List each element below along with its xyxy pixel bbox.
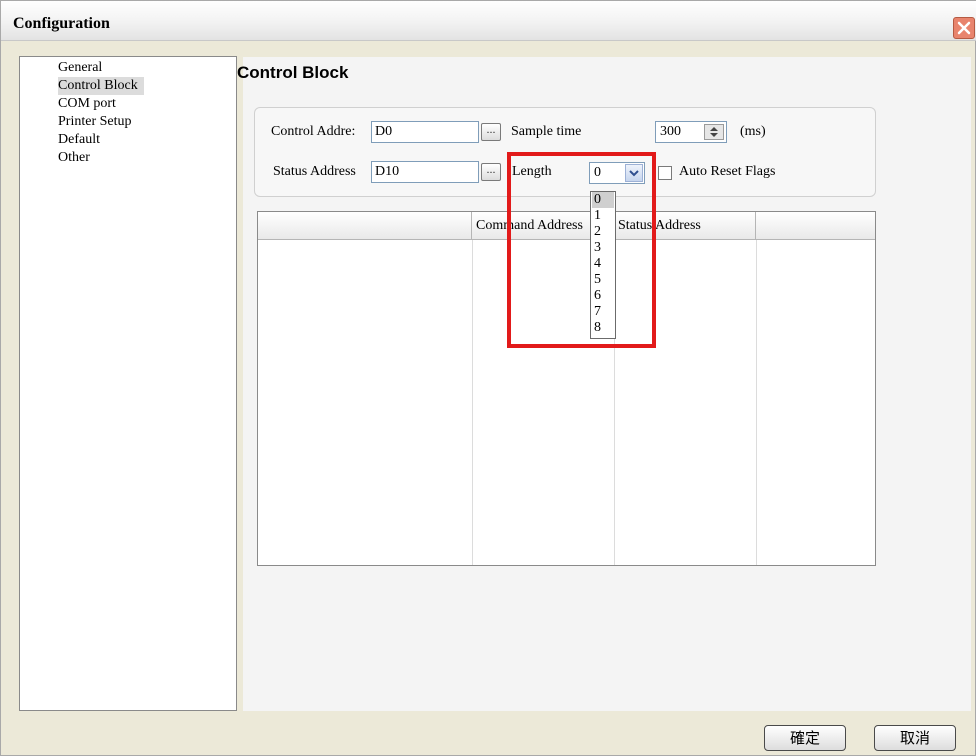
sidebar-item-general[interactable]: General bbox=[58, 59, 108, 77]
category-list[interactable]: General Control Block COM port Printer S… bbox=[19, 56, 237, 711]
sample-time-unit: (ms) bbox=[740, 124, 766, 139]
status-address-browse-button[interactable]: ... bbox=[481, 163, 501, 181]
control-address-input[interactable]: D0 bbox=[371, 121, 479, 143]
sidebar-item-printer-setup[interactable]: Printer Setup bbox=[58, 113, 138, 131]
window-title: Configuration bbox=[13, 15, 110, 32]
sample-time-spinner[interactable]: 300 bbox=[655, 121, 727, 143]
close-button[interactable] bbox=[953, 17, 975, 39]
status-address-label: Status Address bbox=[273, 164, 356, 179]
sidebar-item-other[interactable]: Other bbox=[58, 149, 96, 167]
sidebar-item-control-block[interactable]: Control Block bbox=[58, 77, 144, 95]
sidebar-item-default[interactable]: Default bbox=[58, 131, 106, 149]
auto-reset-flags-checkbox[interactable] bbox=[658, 166, 672, 180]
column-divider bbox=[472, 240, 473, 565]
ok-button[interactable]: 確定 bbox=[764, 725, 846, 751]
sample-time-label: Sample time bbox=[511, 124, 582, 139]
sidebar-item-com-port[interactable]: COM port bbox=[58, 95, 122, 113]
column-divider bbox=[756, 240, 757, 565]
control-address-label: Control Addre: bbox=[271, 124, 356, 139]
close-icon bbox=[957, 21, 971, 35]
highlight-box bbox=[507, 152, 656, 348]
column-header-blank[interactable] bbox=[258, 212, 472, 240]
configuration-window: Configuration General Control Block COM … bbox=[0, 0, 976, 756]
column-header-extra[interactable] bbox=[756, 212, 875, 240]
title-bar[interactable]: Configuration bbox=[1, 1, 976, 41]
auto-reset-flags-label: Auto Reset Flags bbox=[679, 164, 776, 179]
cancel-button[interactable]: 取消 bbox=[874, 725, 956, 751]
sample-time-value: 300 bbox=[660, 124, 681, 139]
status-address-input[interactable]: D10 bbox=[371, 161, 479, 183]
control-address-browse-button[interactable]: ... bbox=[481, 123, 501, 141]
spin-arrows-icon[interactable] bbox=[704, 124, 724, 140]
section-title: Control Block bbox=[237, 63, 349, 82]
